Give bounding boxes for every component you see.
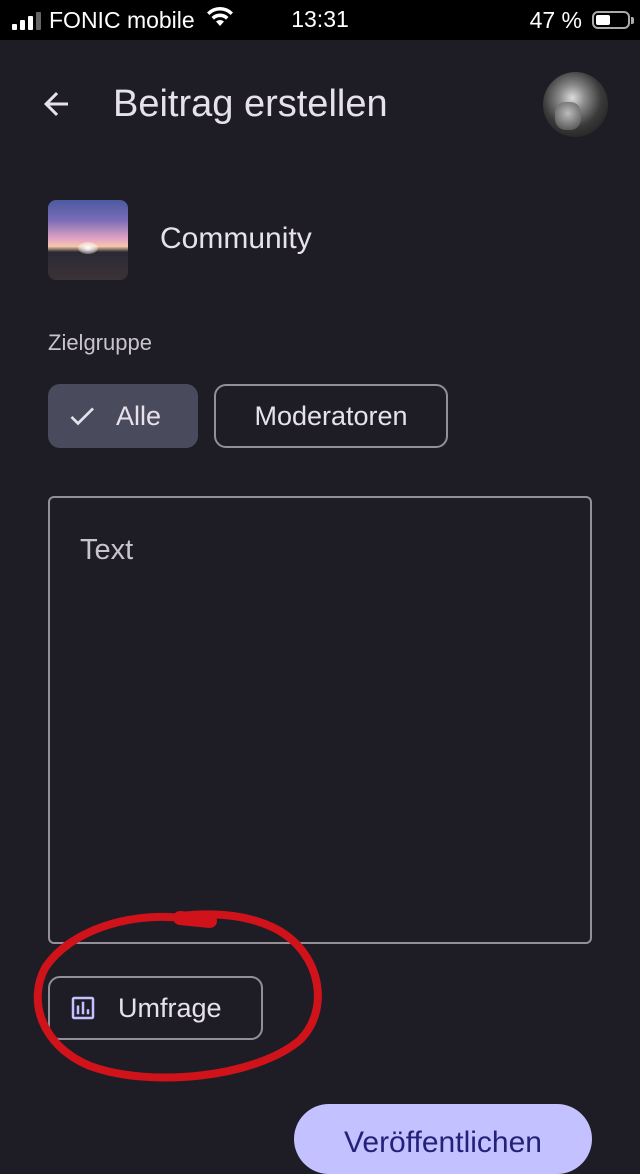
- battery-icon: [592, 11, 634, 29]
- post-text-field[interactable]: [48, 496, 592, 944]
- audience-chip-moderators-label: Moderatoren: [254, 400, 408, 431]
- publish-button[interactable]: Veröffentlichen: [294, 1104, 592, 1174]
- status-right: 47 %: [529, 6, 634, 34]
- page-title: Beitrag erstellen: [113, 83, 388, 125]
- battery-percentage: 47 %: [529, 6, 582, 33]
- arrow-left-icon: [44, 92, 68, 116]
- status-bar: FONIC mobile 13:31 47 %: [0, 0, 640, 40]
- audience-label: Zielgruppe: [48, 330, 152, 355]
- audience-chip-moderators[interactable]: Moderatoren: [214, 384, 448, 448]
- publish-button-label: Veröffentlichen: [344, 1126, 542, 1159]
- back-button[interactable]: [30, 78, 82, 130]
- check-icon: [66, 400, 98, 432]
- community-name: Community: [160, 222, 312, 255]
- poll-button[interactable]: Umfrage: [48, 976, 263, 1040]
- bar-chart-icon: [71, 996, 95, 1020]
- user-avatar[interactable]: [543, 72, 608, 137]
- community-image: [48, 200, 128, 280]
- audience-chip-all-label: Alle: [116, 400, 162, 431]
- poll-button-label: Umfrage: [118, 992, 222, 1023]
- post-text-input[interactable]: [80, 534, 560, 914]
- audience-chip-all[interactable]: Alle: [48, 384, 198, 448]
